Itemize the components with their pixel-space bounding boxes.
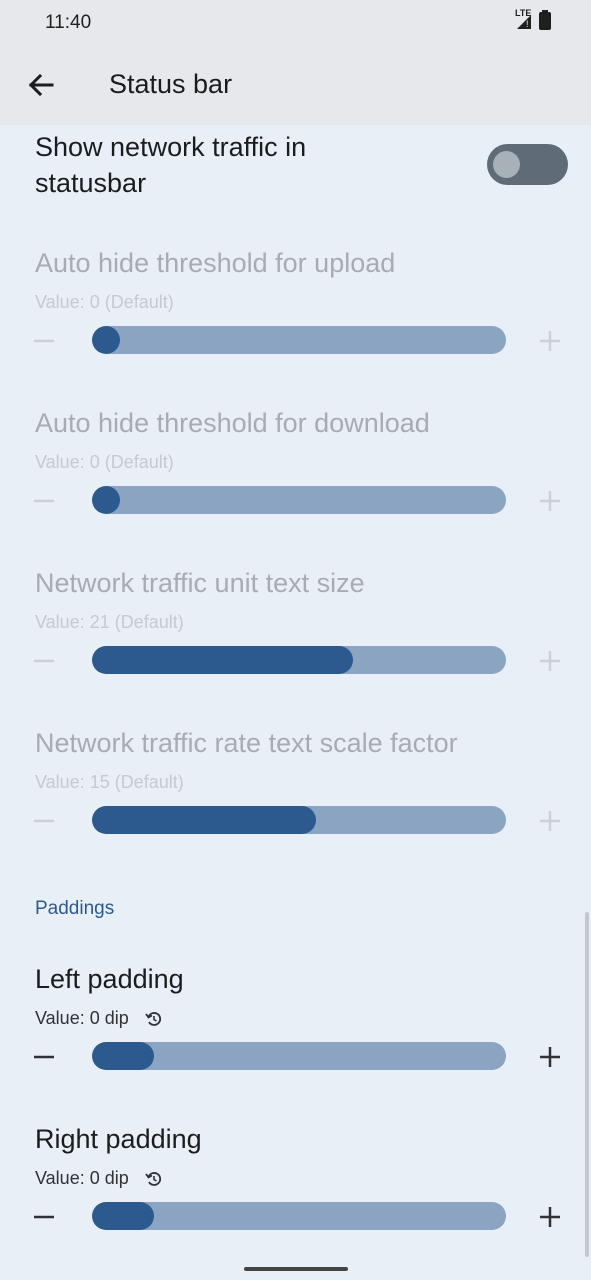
slider-pref-unit-text-size: Network traffic unit text size Value: 21…: [0, 568, 591, 688]
scrollbar[interactable]: [585, 912, 589, 1257]
app-bar: Status bar: [0, 44, 591, 125]
slider-fill: [92, 326, 120, 354]
slider-value: Value: 0 (Default): [35, 452, 174, 472]
minus-icon[interactable]: [31, 1044, 57, 1070]
reset-icon[interactable]: [144, 1169, 164, 1189]
battery-icon: [539, 10, 551, 30]
network-traffic-switch[interactable]: [487, 144, 568, 185]
slider-pref-rate-scale-factor: Network traffic rate text scale factor V…: [0, 728, 591, 848]
slider-title: Left padding: [35, 964, 184, 994]
slider-pref-upload-threshold: Auto hide threshold for upload Value: 0 …: [0, 248, 591, 368]
slider-track[interactable]: [92, 1202, 506, 1230]
status-time: 11:40: [45, 12, 92, 33]
minus-icon: [34, 659, 54, 663]
minus-icon: [34, 499, 54, 503]
switch-thumb: [493, 151, 520, 178]
slider-fill: [92, 1202, 154, 1230]
toggle-title: Show network traffic in statusbar: [35, 129, 306, 201]
slider-value: Value: 0 dip: [35, 1008, 129, 1028]
gesture-nav-handle[interactable]: [244, 1267, 348, 1271]
arrow-back-icon[interactable]: [26, 70, 56, 100]
signal-icon: LTE !: [515, 8, 533, 30]
minus-icon: [34, 819, 54, 823]
plus-icon: [540, 331, 560, 351]
slider-track: [92, 486, 506, 514]
toggle-title-line1: Show network traffic in: [35, 132, 307, 162]
reset-icon[interactable]: [144, 1009, 164, 1029]
slider-pref-download-threshold: Auto hide threshold for download Value: …: [0, 408, 591, 528]
slider-pref-left-padding: Left padding Value: 0 dip: [0, 964, 591, 1084]
slider-title: Auto hide threshold for download: [35, 408, 430, 438]
slider-value: Value: 0 dip: [35, 1168, 129, 1188]
plus-icon: [540, 811, 560, 831]
system-icons: LTE !: [515, 8, 551, 30]
slider-fill: [92, 1042, 154, 1070]
system-status-bar: 11:40 LTE !: [0, 0, 591, 44]
toggle-title-line2: statusbar: [35, 168, 147, 198]
slider-fill: [92, 486, 120, 514]
slider-pref-right-padding: Right padding Value: 0 dip: [0, 1124, 591, 1244]
slider-title: Network traffic unit text size: [35, 568, 365, 598]
plus-icon: [540, 651, 560, 671]
slider-fill: [92, 646, 353, 674]
slider-fill: [92, 806, 316, 834]
slider-title: Network traffic rate text scale factor: [35, 728, 458, 758]
minus-icon[interactable]: [31, 1204, 57, 1230]
slider-title: Right padding: [35, 1124, 202, 1154]
svg-text:!: !: [526, 19, 529, 29]
slider-track: [92, 326, 506, 354]
section-header-paddings: Paddings: [35, 898, 115, 919]
slider-value: Value: 21 (Default): [35, 612, 184, 632]
plus-icon[interactable]: [537, 1204, 563, 1230]
slider-track[interactable]: [92, 1042, 506, 1070]
slider-track: [92, 806, 506, 834]
minus-icon: [34, 339, 54, 343]
plus-icon[interactable]: [537, 1044, 563, 1070]
page-title: Status bar: [109, 69, 233, 99]
slider-track: [92, 646, 506, 674]
slider-value-row: Value: 0 dip: [35, 1008, 164, 1029]
slider-value: Value: 0 (Default): [35, 292, 174, 312]
slider-value-row: Value: 0 dip: [35, 1168, 164, 1189]
slider-value: Value: 15 (Default): [35, 772, 184, 792]
slider-title: Auto hide threshold for upload: [35, 248, 396, 278]
plus-icon: [540, 491, 560, 511]
